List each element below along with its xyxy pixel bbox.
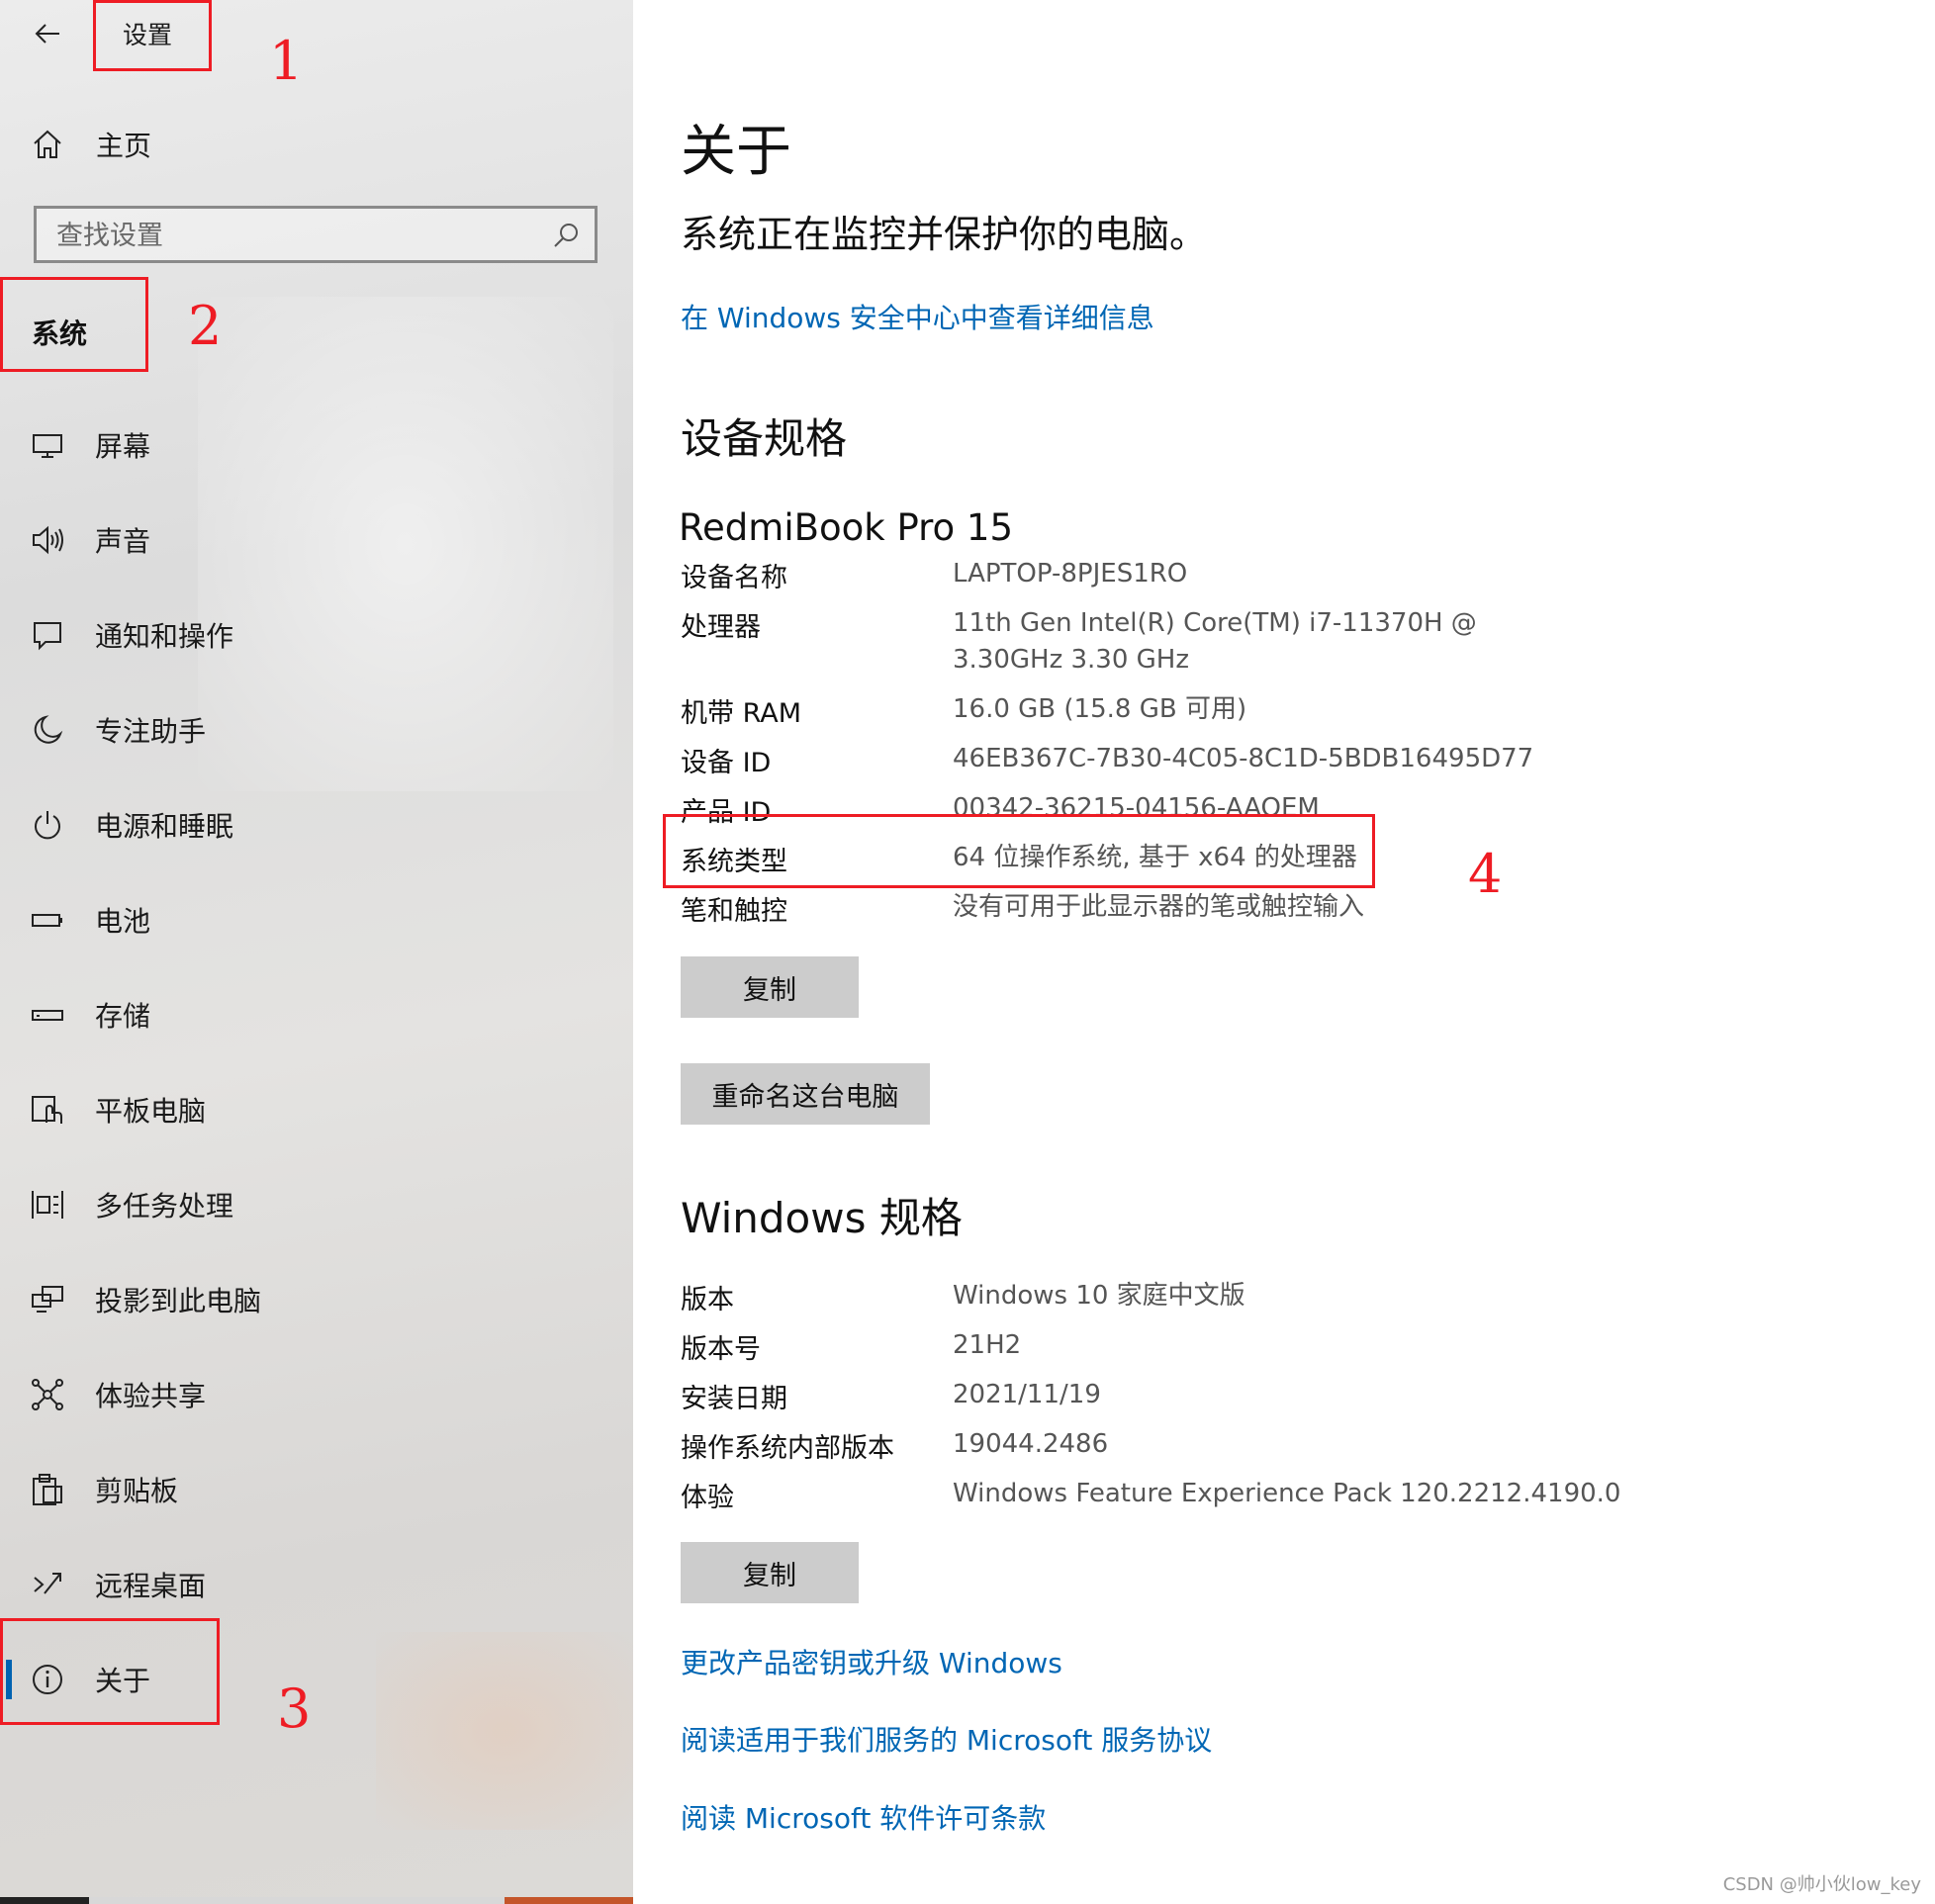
share-icon	[30, 1377, 65, 1412]
spec-key: 笔和触控	[681, 896, 787, 927]
remote-desktop-icon	[30, 1567, 65, 1602]
sidebar-item-storage[interactable]: 存储	[0, 985, 633, 1044]
spec-key: 设备名称	[681, 563, 787, 593]
sidebar-item-label: 电源和睡眠	[95, 810, 234, 843]
tablet-icon	[30, 1092, 65, 1128]
monitor-icon	[30, 427, 65, 463]
spec-key: 操作系统内部版本	[681, 1433, 894, 1464]
sidebar-item-display[interactable]: 屏幕	[0, 415, 633, 475]
spec-value: 19044.2486	[953, 1429, 1109, 1459]
spec-key: 设备 ID	[681, 748, 772, 778]
search-box[interactable]	[34, 206, 598, 263]
search-input[interactable]	[54, 215, 533, 256]
battery-icon	[30, 902, 65, 938]
sidebar-item-label: 投影到此电脑	[95, 1285, 262, 1317]
sidebar-item-label: 平板电脑	[95, 1095, 207, 1128]
spec-value: Windows Feature Experience Pack 120.2212…	[953, 1479, 1621, 1508]
device-model: RedmiBook Pro 15	[679, 506, 1014, 549]
back-button[interactable]	[28, 14, 67, 53]
spec-key: 处理器	[681, 612, 761, 643]
power-icon	[30, 807, 65, 843]
sidebar-item-tablet[interactable]: 平板电脑	[0, 1080, 633, 1139]
spec-key: 机带 RAM	[681, 698, 802, 729]
sidebar-item-remote-desktop[interactable]: 远程桌面	[0, 1555, 633, 1614]
sidebar-item-home[interactable]: 主页	[0, 115, 633, 174]
security-center-link[interactable]: 在 Windows 安全中心中查看详细信息	[681, 297, 1154, 336]
sidebar-item-power-sleep[interactable]: 电源和睡眠	[0, 795, 633, 855]
annotation-number-4: 4	[1468, 843, 1503, 905]
sidebar-item-label: 远程桌面	[95, 1570, 207, 1602]
annotation-box-2	[0, 277, 148, 372]
rename-pc-button[interactable]: 重命名这台电脑	[681, 1063, 930, 1125]
license-terms-link[interactable]: 阅读 Microsoft 软件许可条款	[681, 1797, 1046, 1837]
spec-key: 版本	[681, 1285, 734, 1315]
multitask-icon	[30, 1187, 65, 1223]
annotation-number-2: 2	[188, 295, 223, 357]
sidebar-item-label: 多任务处理	[95, 1190, 234, 1223]
sidebar-item-label: 体验共享	[95, 1380, 207, 1412]
sidebar-item-project-to-pc[interactable]: 投影到此电脑	[0, 1270, 633, 1329]
spec-value: LAPTOP-8PJES1RO	[953, 559, 1188, 589]
sidebar-item-battery[interactable]: 电池	[0, 890, 633, 950]
sidebar-item-label: 专注助手	[95, 715, 207, 748]
project-icon	[30, 1282, 65, 1317]
main-content: 关于 系统正在监控并保护你的电脑。 在 Windows 安全中心中查看详细信息 …	[633, 0, 1935, 1904]
home-icon	[30, 127, 65, 162]
windows-spec-heading: Windows 规格	[681, 1194, 963, 1242]
sidebar-item-label: 屏幕	[95, 430, 151, 463]
spec-value: Windows 10 家庭中文版	[953, 1281, 1245, 1311]
sidebar-item-label: 主页	[96, 130, 152, 162]
spec-value: 2021/11/19	[953, 1380, 1101, 1409]
spec-value: 11th Gen Intel(R) Core(TM) i7-11370H @ 3…	[953, 608, 1477, 675]
storage-icon	[30, 997, 65, 1033]
sidebar-item-shared-experiences[interactable]: 体验共享	[0, 1365, 633, 1424]
annotation-number-3: 3	[277, 1677, 312, 1740]
moon-icon	[30, 712, 65, 748]
sidebar-item-focus-assist[interactable]: 专注助手	[0, 700, 633, 760]
change-product-key-link[interactable]: 更改产品密钥或升级 Windows	[681, 1642, 1062, 1681]
sidebar-item-label: 通知和操作	[95, 620, 234, 653]
spec-key: 安装日期	[681, 1384, 787, 1414]
watermark: CSDN @帅小伙low_key	[1722, 1874, 1921, 1895]
taskbar-edge	[0, 1897, 633, 1904]
protection-status: 系统正在监控并保护你的电脑。	[681, 213, 1208, 256]
search-icon[interactable]	[551, 221, 581, 250]
sidebar-item-label: 电池	[95, 905, 151, 938]
spec-value: 21H2	[953, 1330, 1022, 1360]
annotation-box-3	[0, 1618, 220, 1725]
annotation-box-4	[663, 814, 1375, 888]
copy-device-specs-button[interactable]: 复制	[681, 956, 859, 1018]
sidebar-item-notifications[interactable]: 通知和操作	[0, 605, 633, 665]
sidebar-item-multitasking[interactable]: 多任务处理	[0, 1175, 633, 1234]
clipboard-icon	[30, 1472, 65, 1507]
annotation-box-1	[93, 0, 212, 71]
back-arrow-icon	[35, 24, 59, 44]
page-title: 关于	[681, 120, 791, 184]
sidebar-item-label: 声音	[95, 525, 151, 558]
sidebar-item-label: 存储	[95, 1000, 151, 1033]
sidebar-item-label: 剪贴板	[95, 1475, 179, 1507]
sidebar-item-sound[interactable]: 声音	[0, 510, 633, 570]
device-spec-heading: 设备规格	[681, 414, 848, 463]
sidebar-item-clipboard[interactable]: 剪贴板	[0, 1460, 633, 1519]
speaker-icon	[30, 522, 65, 558]
copy-windows-specs-button[interactable]: 复制	[681, 1542, 859, 1603]
spec-value: 46EB367C-7B30-4C05-8C1D-5BDB16495D77	[953, 744, 1534, 773]
services-agreement-link[interactable]: 阅读适用于我们服务的 Microsoft 服务协议	[681, 1719, 1212, 1759]
annotation-number-1: 1	[269, 30, 304, 92]
spec-value: 16.0 GB (15.8 GB 可用)	[953, 694, 1247, 724]
spec-key: 版本号	[681, 1334, 761, 1365]
spec-key: 体验	[681, 1483, 734, 1513]
notification-icon	[30, 617, 65, 653]
